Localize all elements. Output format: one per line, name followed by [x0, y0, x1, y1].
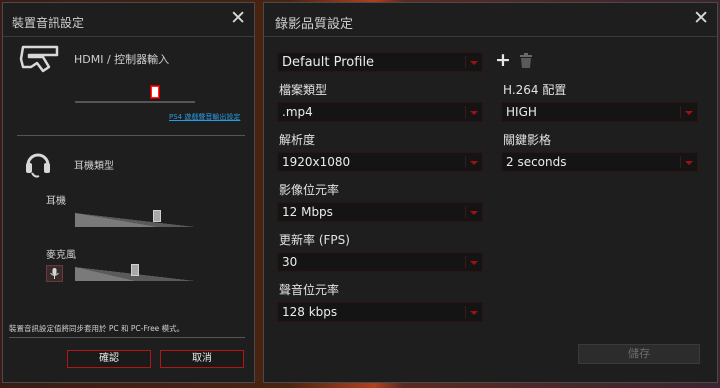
resolution-label: 解析度	[279, 133, 316, 147]
close-icon[interactable]: ✕	[230, 8, 246, 28]
video-bitrate-label: 影像位元率	[279, 183, 340, 197]
microphone-icon	[50, 268, 59, 279]
device-panel-titlebar: 裝置音訊設定 ✕	[3, 3, 254, 37]
recording-quality-panel: 錄影品質設定 ✕ Default Profile + 檔案類型 .mp4 解析度…	[263, 2, 718, 383]
quality-panel-title: 錄影品質設定	[275, 17, 354, 32]
device-audio-settings-panel: 裝置音訊設定 ✕ HDMI / 控制器輸入 PS4 遊戲聲音輸出設定 耳機類型 …	[2, 2, 255, 383]
ps4-audio-link[interactable]: PS4 遊戲聲音輸出設定	[169, 112, 240, 122]
chevron-down-icon	[470, 111, 478, 115]
profile-value: Default Profile	[282, 55, 375, 70]
cancel-button[interactable]: 取消	[160, 350, 244, 368]
video-bitrate-value: 12 Mbps	[282, 205, 333, 219]
quality-panel-titlebar: 錄影品質設定 ✕	[264, 3, 717, 37]
controller-icon	[19, 45, 59, 73]
keyframe-select[interactable]: 2 seconds	[501, 152, 698, 172]
fps-value: 30	[282, 255, 298, 269]
h264-profile-label: H.264 配置	[503, 83, 567, 97]
mic-mute-button[interactable]	[46, 265, 63, 282]
trash-icon[interactable]	[519, 53, 533, 69]
headphone-volume-slider[interactable]	[75, 210, 195, 227]
fps-select[interactable]: 30	[277, 252, 483, 272]
chevron-down-icon	[470, 161, 478, 165]
hdmi-volume-slider[interactable]	[75, 86, 195, 103]
h264-profile-value: HIGH	[506, 105, 537, 119]
hdmi-input-label: HDMI / 控制器輸入	[74, 53, 170, 66]
ok-button[interactable]: 確認	[67, 350, 151, 368]
close-icon[interactable]: ✕	[693, 8, 709, 28]
sync-note: 裝置音訊設定值將同步套用於 PC 和 PC-Free 模式。	[9, 324, 185, 333]
hdmi-volume-thumb[interactable]	[151, 86, 160, 98]
mic-volume-thumb[interactable]	[131, 264, 139, 276]
chevron-down-icon	[470, 311, 478, 315]
fps-label: 更新率 (FPS)	[279, 233, 350, 247]
chevron-down-icon	[470, 211, 478, 215]
resolution-value: 1920x1080	[282, 155, 351, 169]
device-panel-title: 裝置音訊設定	[12, 16, 85, 30]
audio-bitrate-label: 聲音位元率	[279, 283, 340, 297]
chevron-down-icon	[685, 161, 693, 165]
keyframe-value: 2 seconds	[506, 155, 567, 169]
divider	[17, 135, 245, 136]
file-type-select[interactable]: .mp4	[277, 102, 483, 122]
profile-select[interactable]: Default Profile	[277, 52, 483, 72]
chevron-down-icon	[685, 111, 693, 115]
divider	[9, 337, 245, 338]
chevron-down-icon	[470, 261, 478, 265]
add-icon[interactable]: +	[495, 49, 511, 71]
file-type-value: .mp4	[282, 105, 313, 119]
file-type-label: 檔案類型	[279, 83, 328, 97]
video-bitrate-select[interactable]: 12 Mbps	[277, 202, 483, 222]
audio-bitrate-select[interactable]: 128 kbps	[277, 302, 483, 322]
h264-profile-select[interactable]: HIGH	[501, 102, 698, 122]
keyframe-label: 關鍵影格	[503, 133, 552, 147]
headphone-volume-thumb[interactable]	[152, 210, 161, 222]
chevron-down-icon	[470, 61, 478, 65]
headset-type-label: 耳機類型	[74, 161, 114, 172]
save-button[interactable]: 儲存	[578, 344, 700, 364]
headset-icon	[26, 153, 50, 178]
mic-label: 麥克風	[46, 250, 76, 261]
resolution-select[interactable]: 1920x1080	[277, 152, 483, 172]
headphone-label: 耳機	[46, 196, 66, 207]
mic-volume-slider[interactable]	[75, 264, 195, 281]
audio-bitrate-value: 128 kbps	[282, 305, 338, 319]
